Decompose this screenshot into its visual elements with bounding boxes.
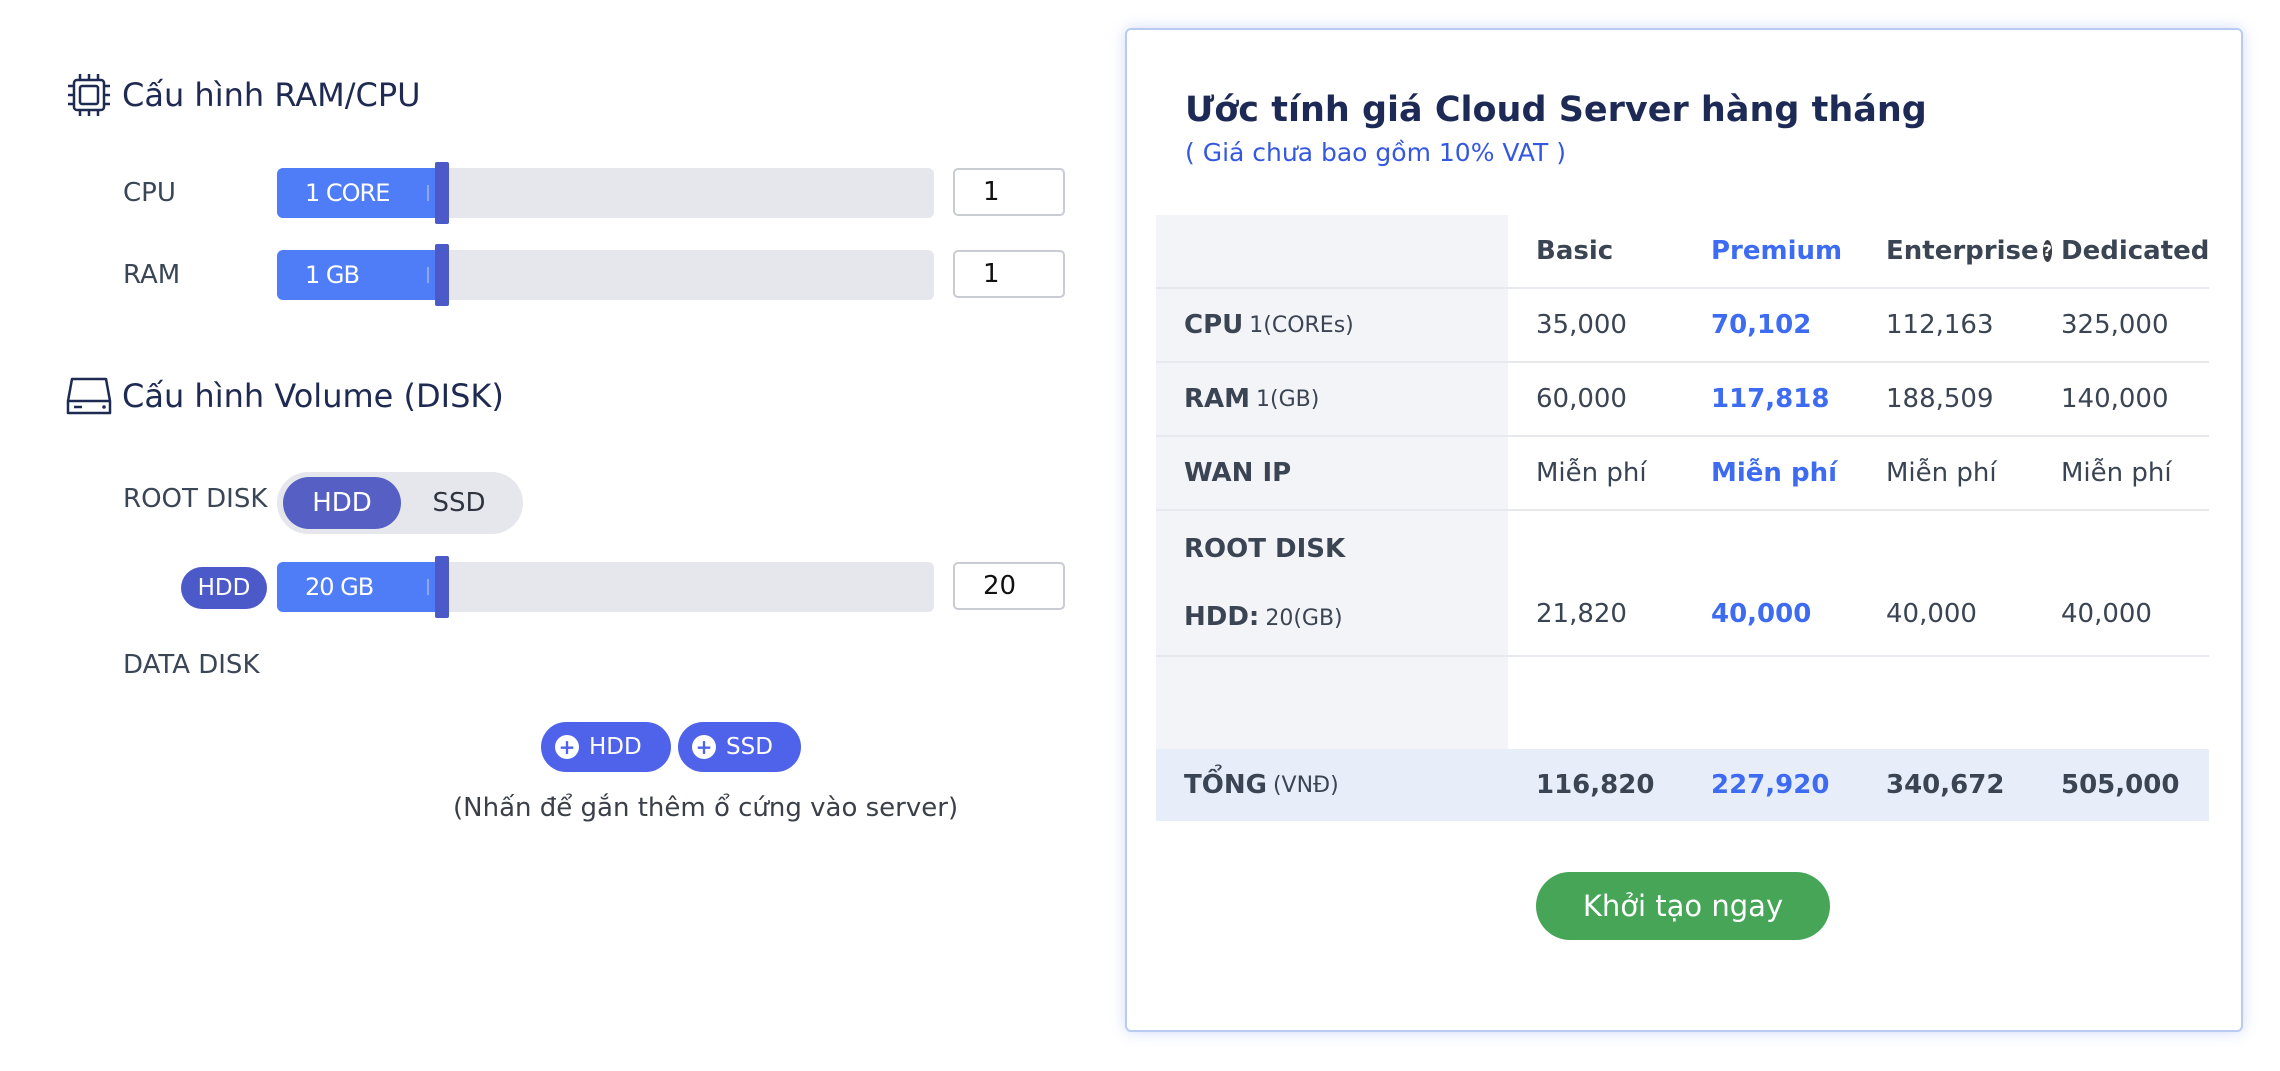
data-disk-hint: (Nhấn để gắn thêm ổ cứng vào server) — [453, 793, 959, 823]
price-table: Basic Premium Enterprise? Dedicated CPU 1… — [1156, 215, 2209, 821]
table-row: CPU 1(COREs) 35,000 70,102 112,163 325,00… — [1156, 289, 2209, 363]
ram-slider-fill: 1 GB — [277, 250, 441, 300]
root-disk-value-input[interactable] — [953, 562, 1065, 610]
price-cell: 35,000 — [1536, 310, 1627, 340]
price-cell: 117,818 — [1711, 384, 1830, 414]
table-row: RAM 1(GB) 60,000 117,818 188,509 140,000 — [1156, 363, 2209, 437]
root-disk-slider-fill: 20 GB — [277, 562, 441, 612]
row-unit-total: (VNĐ) — [1272, 772, 1339, 798]
price-cell: Miễn phí — [1886, 458, 1997, 488]
cpu-chip-icon — [68, 74, 110, 116]
empty-label-cell — [1156, 657, 1508, 749]
row-label-total: TỔNG (VNĐ) — [1156, 749, 1508, 821]
ram-cpu-section-title: Cấu hình RAM/CPU — [66, 72, 421, 118]
table-row: ROOT DISK HDD: 20(GB) 21,820 40,000 40,00… — [1156, 511, 2209, 657]
cpu-slider[interactable]: 1 CORE — [277, 162, 934, 224]
price-cell: 40,000 — [1886, 599, 1977, 629]
plan-enterprise-header-cell: Enterprise? — [1858, 215, 2052, 287]
row-label-wan: WAN IP — [1156, 437, 1508, 509]
row-label-root-disk-sub: HDD: 20(GB) — [1184, 602, 1343, 632]
add-ssd-button[interactable]: + SSD — [678, 722, 801, 772]
plan-dedicated-header: Dedicated — [2061, 236, 2210, 266]
row-unit-ram: 1(GB) — [1256, 386, 1320, 412]
root-disk-type-badge: HDD — [181, 567, 267, 609]
root-disk-hdd-option[interactable]: HDD — [283, 477, 401, 529]
plus-icon: + — [555, 735, 579, 759]
row-label-cpu-text: CPU — [1184, 310, 1244, 340]
cpu-label: CPU — [123, 178, 176, 208]
create-now-button[interactable]: Khởi tạo ngay — [1536, 872, 1830, 940]
data-disk-label: DATA DISK — [123, 650, 260, 680]
row-unit-cpu: 1(COREs) — [1249, 312, 1354, 338]
row-label-ram-text: RAM — [1184, 384, 1251, 414]
price-cell: 140,000 — [2061, 384, 2169, 414]
add-hdd-button[interactable]: + HDD — [541, 722, 671, 772]
ram-value-input[interactable] — [953, 250, 1065, 298]
total-cell: 116,820 — [1536, 770, 1655, 800]
price-cell: 21,820 — [1536, 599, 1627, 629]
price-table-header: Basic Premium Enterprise? Dedicated — [1156, 215, 2209, 289]
plan-basic-header: Basic — [1536, 236, 1614, 266]
cpu-value-input[interactable] — [953, 168, 1065, 216]
volume-section-title: Cấu hình Volume (DISK) — [66, 375, 504, 417]
price-cell: Miễn phí — [1711, 458, 1838, 488]
root-disk-type-toggle[interactable]: HDD SSD — [277, 472, 523, 534]
ram-cpu-title-text: Cấu hình RAM/CPU — [122, 76, 421, 114]
price-cell: 112,163 — [1886, 310, 1994, 340]
row-label-ram: RAM 1(GB) — [1156, 363, 1508, 435]
price-cell: 60,000 — [1536, 384, 1627, 414]
price-cell: 40,000 — [1711, 599, 1812, 629]
row-label-total-text: TỔNG — [1184, 770, 1267, 800]
estimate-subtitle: ( Giá chưa bao gồm 10% VAT ) — [1185, 138, 1567, 167]
add-ssd-label: SSD — [726, 734, 773, 760]
price-cell: 325,000 — [2061, 310, 2169, 340]
ram-slider-handle[interactable] — [435, 244, 449, 306]
row-label-root-disk-type: HDD: — [1184, 602, 1260, 632]
add-hdd-label: HDD — [589, 734, 642, 760]
volume-title-text: Cấu hình Volume (DISK) — [122, 377, 504, 415]
cpu-slider-handle[interactable] — [435, 162, 449, 224]
total-cell: 227,920 — [1711, 770, 1830, 800]
plus-icon: + — [692, 735, 716, 759]
plan-enterprise-header: Enterprise — [1886, 236, 2039, 266]
estimate-title: Ước tính giá Cloud Server hàng tháng — [1185, 90, 1927, 130]
header-blank-cell — [1156, 215, 1508, 287]
plan-premium-header: Premium — [1711, 236, 1843, 266]
price-cell: 188,509 — [1886, 384, 1994, 414]
table-row: WAN IP Miễn phí Miễn phí Miễn phí Miễn p… — [1156, 437, 2209, 511]
root-disk-slider-handle[interactable] — [435, 556, 449, 618]
price-cell: 70,102 — [1711, 310, 1812, 340]
row-label-root-disk: ROOT DISK HDD: 20(GB) — [1156, 511, 1508, 655]
ram-label: RAM — [123, 260, 181, 290]
row-unit-root-disk: 20(GB) — [1265, 606, 1343, 631]
total-cell: 340,672 — [1886, 770, 2005, 800]
price-cell: Miễn phí — [1536, 458, 1647, 488]
table-row-empty — [1156, 657, 2209, 749]
cpu-slider-fill: 1 CORE — [277, 168, 441, 218]
total-cell: 505,000 — [2061, 770, 2180, 800]
total-row: TỔNG (VNĐ) 116,820 227,920 340,672 505,00… — [1156, 749, 2209, 821]
ram-slider[interactable]: 1 GB — [277, 244, 934, 306]
price-estimate-card: Ước tính giá Cloud Server hàng tháng ( G… — [1125, 28, 2243, 1032]
root-disk-slider[interactable]: 20 GB — [277, 556, 934, 618]
root-disk-ssd-option[interactable]: SSD — [401, 477, 517, 529]
price-cell: 40,000 — [2061, 599, 2152, 629]
row-label-root-disk-text: ROOT DISK — [1184, 534, 1346, 564]
row-label-cpu: CPU 1(COREs) — [1156, 289, 1508, 361]
hard-disk-icon — [66, 377, 112, 415]
price-cell: Miễn phí — [2061, 458, 2172, 488]
root-disk-label: ROOT DISK — [123, 484, 268, 514]
